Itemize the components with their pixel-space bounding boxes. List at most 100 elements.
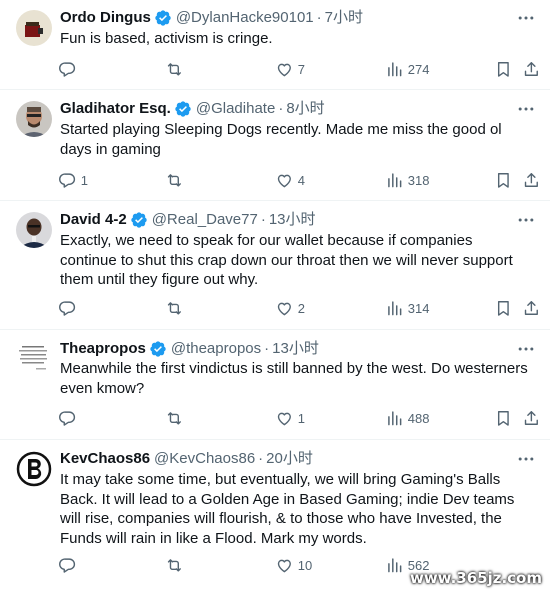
views-count: 274 (407, 61, 430, 77)
bookmark-button[interactable] (494, 298, 513, 318)
like-button[interactable]: 7 (275, 59, 305, 79)
share-icon (522, 409, 541, 428)
avatar[interactable] (16, 451, 52, 487)
more-icon[interactable] (516, 449, 536, 469)
tweet-text: Started playing Sleeping Dogs recently. … (60, 121, 502, 158)
heart-icon (275, 60, 294, 79)
reply-icon (58, 556, 77, 575)
more-icon[interactable] (516, 210, 536, 230)
user-handle[interactable]: @DylanHacke90101 (176, 8, 314, 28)
reply-button[interactable] (58, 298, 81, 318)
tweet-actions: 1 4 318 (48, 170, 550, 190)
reply-icon (58, 60, 77, 79)
views-icon (385, 409, 404, 428)
bookmark-icon (494, 409, 513, 428)
avatar[interactable] (16, 212, 52, 248)
views-button[interactable]: 318 (385, 170, 429, 190)
avatar[interactable] (16, 10, 52, 46)
share-button[interactable] (522, 170, 541, 190)
retweet-button[interactable] (165, 59, 188, 79)
retweet-button[interactable] (165, 298, 188, 318)
avatar[interactable] (16, 341, 52, 377)
share-button[interactable] (522, 408, 541, 428)
bookmark-icon (494, 171, 513, 190)
display-name[interactable]: Ordo Dingus (60, 8, 151, 28)
timestamp[interactable]: 13小时 (269, 210, 316, 230)
views-icon (385, 171, 404, 190)
like-count: 1 (297, 410, 305, 426)
like-button[interactable]: 4 (275, 170, 305, 190)
retweet-icon (165, 556, 184, 575)
views-button[interactable]: 314 (385, 298, 429, 318)
user-handle[interactable]: @KevChaos86 (154, 449, 255, 469)
timestamp[interactable]: 20小时 (266, 449, 313, 469)
views-icon (385, 60, 404, 79)
more-icon[interactable] (516, 8, 536, 28)
views-icon (385, 556, 404, 575)
tweet[interactable]: Gladihator Esq. @Gladihate · 8小时 Started… (0, 90, 550, 201)
user-handle[interactable]: @theapropos (171, 339, 261, 359)
avatar[interactable] (16, 101, 52, 137)
retweet-icon (165, 171, 184, 190)
views-button[interactable]: 488 (385, 408, 429, 428)
display-name[interactable]: KevChaos86 (60, 449, 150, 469)
separator-dot: · (260, 211, 266, 228)
bookmark-button[interactable] (494, 170, 513, 190)
display-name[interactable]: Theapropos (60, 339, 146, 359)
tweet-text: Fun is based, activism is cringe. (60, 30, 273, 47)
like-button[interactable]: 10 (275, 555, 312, 575)
separator-dot: · (258, 450, 264, 467)
reply-icon (58, 299, 77, 318)
tweet[interactable]: KevChaos86 @KevChaos86 · 20小时 It may tak… (0, 440, 550, 591)
share-icon (522, 60, 541, 79)
like-button[interactable]: 2 (275, 298, 305, 318)
timestamp[interactable]: 7小时 (325, 8, 363, 28)
like-count: 7 (297, 61, 305, 77)
retweet-icon (165, 409, 184, 428)
views-count: 314 (407, 300, 430, 316)
timestamp[interactable]: 8小时 (286, 99, 324, 119)
retweet-icon (165, 60, 184, 79)
tweet-actions: 7 274 (48, 59, 550, 79)
more-icon[interactable] (516, 99, 536, 119)
retweet-button[interactable] (165, 555, 188, 575)
reply-button[interactable] (58, 555, 81, 575)
views-button[interactable]: 274 (385, 59, 429, 79)
views-icon (385, 299, 404, 318)
watermark: www.365jz.com (409, 569, 542, 587)
views-count: 488 (407, 410, 430, 426)
retweet-button[interactable] (165, 408, 188, 428)
display-name[interactable]: Gladihator Esq. (60, 99, 171, 119)
tweet-actions: 1 488 (48, 408, 550, 428)
display-name[interactable]: David 4-2 (60, 210, 127, 230)
user-handle[interactable]: @Gladihate (196, 99, 275, 119)
tweet[interactable]: Theapropos @theapropos · 13小时 Meanwhile … (0, 330, 550, 440)
bookmark-button[interactable] (494, 59, 513, 79)
heart-icon (275, 171, 294, 190)
separator-dot: · (278, 100, 284, 117)
reply-button[interactable] (58, 408, 81, 428)
share-button[interactable] (522, 59, 541, 79)
tweet[interactable]: David 4-2 @Real_Dave77 · 13小时 Exactly, w… (0, 201, 550, 330)
share-icon (522, 171, 541, 190)
share-button[interactable] (522, 298, 541, 318)
like-count: 10 (297, 557, 313, 573)
verified-badge-icon (154, 9, 172, 27)
like-button[interactable]: 1 (275, 408, 305, 428)
reply-button[interactable]: 1 (58, 170, 88, 190)
tweet-actions: 2 314 (48, 298, 550, 318)
tweet-text: Meanwhile the first vindictus is still b… (60, 360, 528, 397)
separator-dot: · (264, 340, 270, 357)
tweet[interactable]: Ordo Dingus @DylanHacke90101 · 7小时 Fun i… (0, 0, 550, 90)
bookmark-icon (494, 60, 513, 79)
heart-icon (275, 299, 294, 318)
more-icon[interactable] (516, 339, 536, 359)
views-count: 318 (407, 172, 430, 188)
timestamp[interactable]: 13小时 (272, 339, 319, 359)
retweet-button[interactable] (165, 170, 188, 190)
user-handle[interactable]: @Real_Dave77 (152, 210, 258, 230)
bookmark-icon (494, 299, 513, 318)
tweet-text: It may take some time, but eventually, w… (60, 471, 515, 547)
reply-button[interactable] (58, 59, 81, 79)
bookmark-button[interactable] (494, 408, 513, 428)
